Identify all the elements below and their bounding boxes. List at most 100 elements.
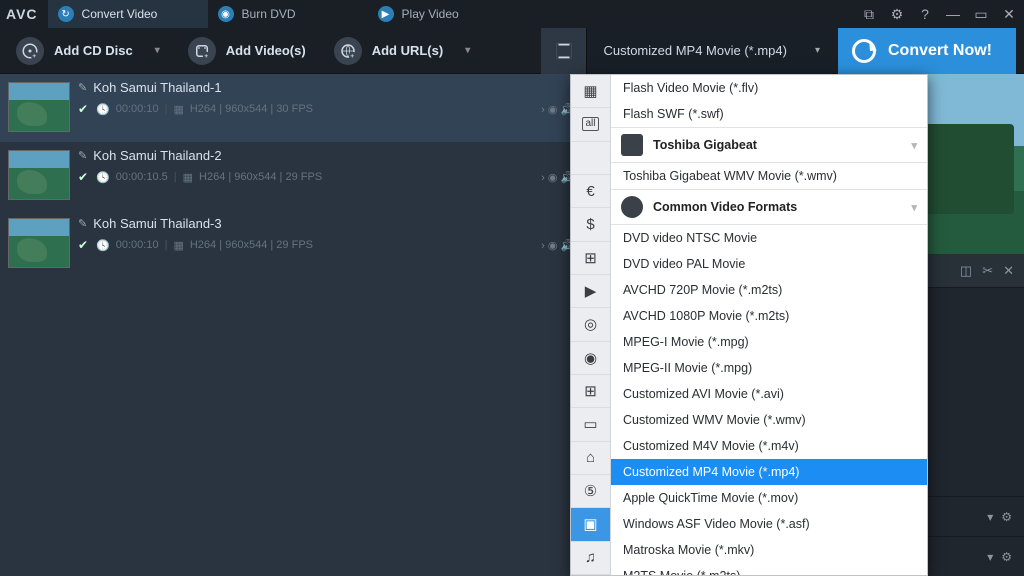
win-control-2[interactable]: ? (916, 6, 934, 23)
add-urls-label: Add URL(s) (372, 43, 444, 58)
tab-burn dvd[interactable]: ◉ Burn DVD (208, 0, 368, 28)
win-control-4[interactable]: ▭ (972, 6, 990, 23)
chevron-down-icon: ▾ (911, 139, 917, 152)
format-option[interactable]: AVCHD 1080P Movie (*.m2ts) (611, 303, 927, 329)
format-category-12[interactable]: ⑤ (571, 475, 610, 508)
format-category-14[interactable]: ♫ (571, 542, 610, 575)
film-add-icon: + (188, 37, 216, 65)
chevron-down-icon[interactable]: ▾ (987, 550, 993, 564)
arrow-icon: › (541, 104, 545, 116)
format-option[interactable]: Customized M4V Movie (*.m4v) (611, 433, 927, 459)
format-dropdown: ▦all€$⊞▶◎◉⊞▭⌂⑤▣♫ Flash Video Movie (*.fl… (570, 74, 928, 576)
format-category-6[interactable]: ▶ (571, 275, 610, 308)
win-control-5[interactable]: ✕ (1000, 6, 1018, 23)
win-control-3[interactable]: — (944, 6, 962, 23)
format-category-2[interactable] (571, 142, 610, 175)
format-option[interactable]: Customized WMV Movie (*.wmv) (611, 407, 927, 433)
format-option[interactable]: Windows ASF Video Movie (*.asf) (611, 511, 927, 537)
effects-icon[interactable]: ✕ (1003, 263, 1014, 279)
add-cd-label: Add CD Disc (54, 43, 133, 58)
film-icon: ▦ (173, 103, 183, 116)
format-category-8[interactable]: ◉ (571, 342, 610, 375)
arrow-icon: › (541, 172, 545, 184)
format-option[interactable]: Customized AVI Movie (*.avi) (611, 381, 927, 407)
play-icon: ▶ (378, 6, 394, 22)
tab-label: Convert Video (82, 7, 158, 21)
main-tabs: ↻ Convert Video ◉ Burn DVD ▶ Play Video (48, 0, 528, 28)
video-thumbnail (8, 82, 70, 132)
add-videos-button[interactable]: + Add Video(s) (180, 31, 320, 71)
loop-icon: ↻ (58, 6, 74, 22)
pencil-icon[interactable]: ✎ (78, 149, 87, 162)
gear-icon[interactable]: ⚙ (1001, 510, 1012, 524)
format-option[interactable]: DVD video PAL Movie (611, 251, 927, 277)
item-duration: 00:00:10 (116, 239, 159, 251)
format-group-header[interactable]: Common Video Formats▾ (611, 189, 927, 225)
format-option[interactable]: MPEG-II Movie (*.mpg) (611, 355, 927, 381)
format-list: Flash Video Movie (*.flv)Flash SWF (*.sw… (611, 75, 927, 575)
globe-add-icon: + (334, 37, 362, 65)
check-icon[interactable]: ✔ (78, 170, 88, 184)
format-category-9[interactable]: ⊞ (571, 375, 610, 408)
format-category-10[interactable]: ▭ (571, 408, 610, 441)
clock-icon: 🕓 (96, 103, 110, 116)
item-title: Koh Samui Thailand-3 (93, 216, 221, 231)
clock-icon: 🕓 (96, 239, 110, 252)
format-option[interactable]: Apple QuickTime Movie (*.mov) (611, 485, 927, 511)
clock-icon: 🕓 (96, 171, 110, 184)
item-title: Koh Samui Thailand-2 (93, 148, 221, 163)
film-reel-icon (621, 196, 643, 218)
win-control-0[interactable]: ⧉ (860, 6, 878, 23)
video-thumbnail (8, 218, 70, 268)
format-category-13[interactable]: ▣ (571, 508, 610, 541)
format-category-icons: ▦all€$⊞▶◎◉⊞▭⌂⑤▣♫ (571, 75, 611, 575)
format-category-11[interactable]: ⌂ (571, 442, 610, 475)
pencil-icon[interactable]: ✎ (78, 81, 87, 94)
pencil-icon[interactable]: ✎ (78, 217, 87, 230)
add-urls-button[interactable]: + Add URL(s) ▾ (326, 31, 485, 71)
film-icon: ▦ (173, 239, 183, 252)
svg-text:+: + (204, 52, 208, 59)
gear-icon[interactable]: ⚙ (1001, 550, 1012, 564)
tab-label: Burn DVD (242, 7, 296, 21)
convert-label: Convert Now! (888, 42, 992, 60)
chevron-down-icon[interactable]: ▾ (987, 510, 993, 524)
scissors-icon[interactable]: ✂ (982, 263, 993, 279)
format-group-header[interactable]: Toshiba Gigabeat▾ (611, 127, 927, 163)
disc-icon: ◉ (218, 6, 234, 22)
item-video-info: H264 | 960x544 | 29 FPS (190, 239, 313, 251)
format-option[interactable]: MPEG-I Movie (*.mpg) (611, 329, 927, 355)
format-category-3[interactable]: € (571, 175, 610, 208)
add-cd-disc-button[interactable]: + Add CD Disc ▾ (8, 31, 174, 71)
format-category-1[interactable]: all (571, 108, 610, 141)
format-option[interactable]: Toshiba Gigabeat WMV Movie (*.wmv) (611, 163, 927, 189)
format-category-0[interactable]: ▦ (571, 75, 610, 108)
format-option[interactable]: Flash Video Movie (*.flv) (611, 75, 927, 101)
film-icon: ▦ (183, 171, 193, 184)
tab-play video[interactable]: ▶ Play Video (368, 0, 528, 28)
item-video-info: H264 | 960x544 | 30 FPS (190, 103, 313, 115)
target-icon: ◉ (548, 172, 558, 184)
convert-now-button[interactable]: Convert Now! (838, 28, 1016, 74)
crop-icon[interactable]: ◫ (960, 263, 972, 279)
title-bar: AVC ↻ Convert Video ◉ Burn DVD ▶ Play Vi… (0, 0, 1024, 28)
target-icon: ◉ (548, 104, 558, 116)
format-option[interactable]: Customized MP4 Movie (*.mp4) (611, 459, 927, 485)
svg-text:+: + (32, 52, 36, 59)
format-option[interactable]: AVCHD 720P Movie (*.m2ts) (611, 277, 927, 303)
check-icon[interactable]: ✔ (78, 238, 88, 252)
format-option[interactable]: Flash SWF (*.swf) (611, 101, 927, 127)
format-category-4[interactable]: $ (571, 208, 610, 241)
tab-convert video[interactable]: ↻ Convert Video (48, 0, 208, 28)
win-control-1[interactable]: ⚙ (888, 6, 906, 23)
format-option[interactable]: M2TS Movie (*.m2ts) (611, 563, 927, 575)
target-icon: ◉ (548, 240, 558, 252)
format-option[interactable]: DVD video NTSC Movie (611, 225, 927, 251)
arrow-icon: › (541, 240, 545, 252)
format-category-7[interactable]: ◎ (571, 308, 610, 341)
output-profile-selector[interactable]: Customized MP4 Movie (*.mp4) ▾ (541, 28, 832, 74)
format-option[interactable]: Matroska Movie (*.mkv) (611, 537, 927, 563)
video-thumbnail (8, 150, 70, 200)
check-icon[interactable]: ✔ (78, 102, 88, 116)
format-category-5[interactable]: ⊞ (571, 242, 610, 275)
